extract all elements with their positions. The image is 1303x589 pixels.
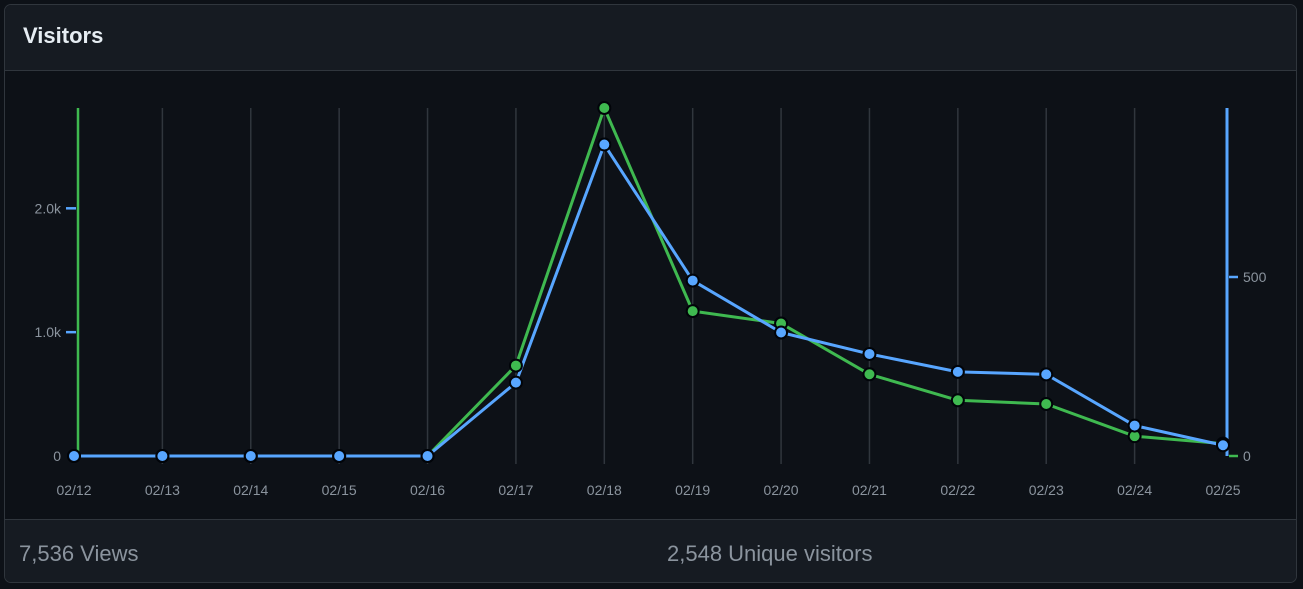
x-tick-label: 02/25 [1205, 482, 1240, 498]
visitors-chart: 0 1.0k 2.0k 0 500 02/12 02/13 02/14 02/15 02/16 02… [35, 101, 1267, 498]
data-point-series-2-02-21[interactable] [862, 346, 877, 361]
x-tick-label: 02/14 [233, 482, 268, 498]
data-point-series-2-02-13[interactable] [155, 449, 170, 463]
data-point-series-2-02-14[interactable] [243, 449, 258, 463]
axes [66, 108, 1238, 458]
data-point-series-2-02-22[interactable] [950, 364, 965, 379]
data-point-series-2-02-15[interactable] [332, 449, 347, 463]
x-tick-label: 02/20 [764, 482, 799, 498]
data-point-series-2-02-23[interactable] [1039, 367, 1054, 382]
x-tick-label: 02/21 [852, 482, 887, 498]
data-point-series-2-02-25[interactable] [1216, 438, 1230, 453]
data-point-series-2-02-20[interactable] [774, 325, 789, 340]
x-tick-label: 02/12 [56, 482, 91, 498]
visitors-panel: Visitors 0 1.0k 2.0k 0 500 02/12 02/13 02/14 02/… [4, 4, 1297, 583]
data-point-series-2-02-16[interactable] [420, 449, 435, 463]
tick-labels: 0 1.0k 2.0k 0 500 02/12 02/13 02/14 02/15 02/16 02… [35, 200, 1267, 498]
data-point-series-1-02-17[interactable] [508, 358, 523, 373]
y-left-tick-label: 0 [53, 448, 61, 464]
y-left-tick-label: 2.0k [35, 200, 62, 216]
x-tick-label: 02/22 [940, 482, 975, 498]
x-tick-label: 02/18 [587, 482, 622, 498]
y-right-tick-label: 500 [1243, 269, 1267, 285]
x-tick-label: 02/17 [498, 482, 533, 498]
data-point-series-1-02-21[interactable] [862, 367, 877, 382]
data-point-series-2-02-12[interactable] [67, 449, 81, 463]
x-tick-label: 02/23 [1029, 482, 1064, 498]
unique-visitors-count: 2,548 Unique visitors [667, 541, 873, 566]
data-point-series-1-02-19[interactable] [685, 304, 700, 319]
summary-footer: 7,536 Views 2,548 Unique visitors [5, 519, 1296, 582]
data-point-series-2-02-24[interactable] [1127, 418, 1142, 433]
x-tick-label: 02/19 [675, 482, 710, 498]
grid-lines [161, 108, 1136, 464]
data-point-series-1-02-23[interactable] [1039, 396, 1054, 411]
x-tick-label: 02/24 [1117, 482, 1152, 498]
data-point-series-2-02-19[interactable] [685, 273, 700, 288]
x-tick-label: 02/15 [322, 482, 357, 498]
y-left-tick-label: 1.0k [35, 324, 62, 340]
data-point-series-1-02-18[interactable] [597, 101, 612, 115]
x-tick-label: 02/13 [145, 482, 180, 498]
data-point-series-2-02-17[interactable] [508, 375, 523, 390]
views-count: 7,536 Views [19, 541, 139, 566]
x-tick-label: 02/16 [410, 482, 445, 498]
y-right-tick-label: 0 [1243, 448, 1251, 464]
data-point-series-1-02-22[interactable] [950, 393, 965, 408]
data-point-series-2-02-18[interactable] [597, 137, 612, 152]
